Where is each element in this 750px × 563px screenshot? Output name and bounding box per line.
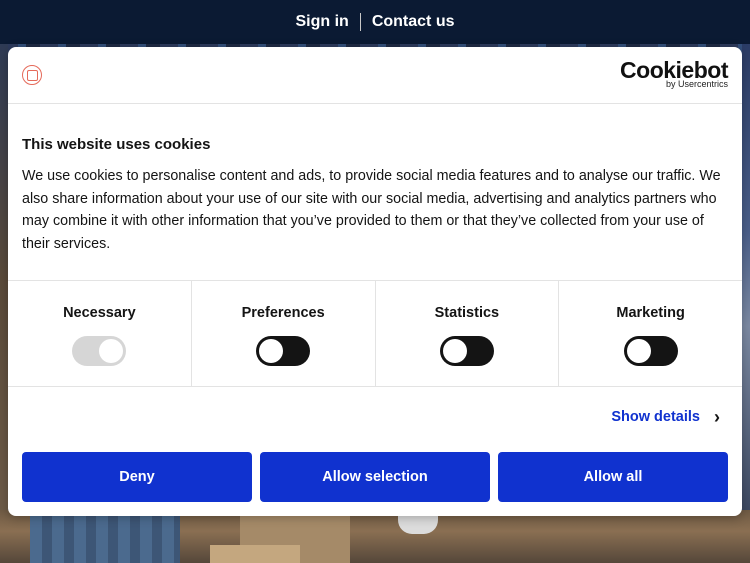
category-necessary: Necessary <box>8 281 192 386</box>
cookiebot-logo[interactable]: Cookiebot by Usercentrics <box>620 57 728 90</box>
toggle-knob <box>259 339 284 363</box>
statistics-toggle[interactable] <box>439 336 494 366</box>
cookiebot-logo-name: Cookiebot <box>620 57 728 83</box>
necessary-toggle[interactable] <box>72 336 127 366</box>
preferences-toggle[interactable] <box>256 336 311 366</box>
category-label: Statistics <box>434 305 500 321</box>
background-photo-left-edge <box>0 44 8 514</box>
top-navigation-bar: Sign in Contact us <box>0 0 750 44</box>
background-shelf <box>30 515 180 563</box>
contact-us-link[interactable]: Contact us <box>372 13 455 31</box>
company-seal-icon <box>22 65 42 85</box>
consent-categories: Necessary Preferences Statistics Marketi… <box>8 280 742 387</box>
marketing-toggle[interactable] <box>623 336 678 366</box>
chevron-right-icon: › <box>714 407 720 427</box>
background-box <box>210 545 300 563</box>
category-label: Marketing <box>616 305 685 321</box>
allow-all-button[interactable]: Allow all <box>498 452 728 502</box>
cookie-consent-dialog: Cookiebot by Usercentrics This website u… <box>8 47 742 516</box>
toggle-knob <box>99 339 124 363</box>
category-statistics: Statistics <box>376 281 560 386</box>
allow-selection-button[interactable]: Allow selection <box>260 452 490 502</box>
toggle-knob <box>442 339 467 363</box>
sign-in-link[interactable]: Sign in <box>296 13 349 31</box>
consent-buttons: Deny Allow selection Allow all <box>22 452 728 502</box>
category-marketing: Marketing <box>559 281 742 386</box>
dialog-header: Cookiebot by Usercentrics <box>8 47 742 104</box>
category-label: Necessary <box>63 305 136 321</box>
dialog-body: This website uses cookies We use cookies… <box>8 136 742 255</box>
toggle-knob <box>626 339 651 363</box>
category-label: Preferences <box>241 305 325 321</box>
background-photo-right-edge <box>742 44 750 514</box>
deny-button[interactable]: Deny <box>22 452 252 502</box>
dialog-title: This website uses cookies <box>22 136 211 153</box>
show-details-label: Show details <box>611 409 700 425</box>
show-details-link[interactable]: Show details › <box>611 407 720 427</box>
category-preferences: Preferences <box>192 281 376 386</box>
nav-divider <box>359 13 361 31</box>
dialog-description: We use cookies to personalise content an… <box>22 168 721 252</box>
